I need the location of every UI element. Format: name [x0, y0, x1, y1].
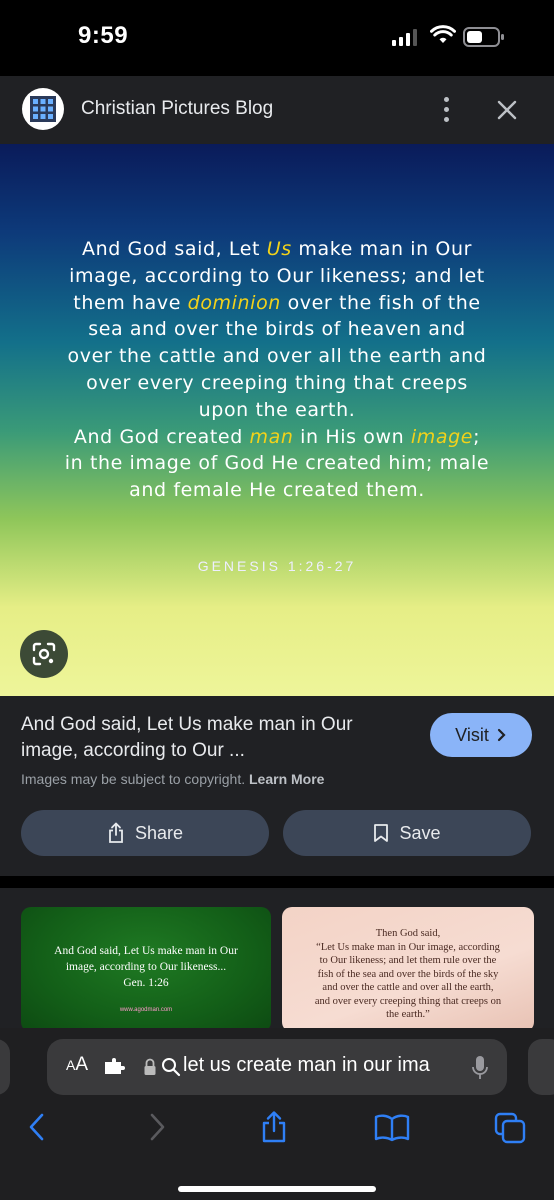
share-label: Share — [134, 822, 184, 843]
aa-small: A — [66, 1057, 76, 1073]
thumbnail-text-line: fish of the sea and over the birds of th… — [317, 968, 499, 980]
verse-highlight: dominion — [187, 291, 281, 314]
verse-line: them have dominion over the fish of the — [40, 290, 514, 317]
save-button[interactable]: Save — [283, 810, 531, 856]
chevron-right-icon — [497, 728, 506, 742]
lens-search-button[interactable] — [20, 630, 68, 678]
visit-button[interactable]: Visit — [430, 713, 532, 757]
result-details: And God said, Let Us make man in Our ima… — [0, 696, 554, 876]
verse-fragment: And God created — [73, 425, 250, 448]
learn-more-link[interactable]: Learn More — [249, 771, 324, 787]
caption-line-1: And God said, Let Us make man in Our — [21, 714, 353, 735]
verse-highlight: Us — [266, 238, 292, 260]
status-time: 9:59 — [78, 22, 129, 49]
result-image[interactable]: And God said, Let Us make man in Our imag… — [0, 144, 554, 696]
thumbnail-text-line: the earth.” — [386, 1009, 430, 1020]
bookmark-icon — [374, 824, 389, 842]
browser-toolbar: AA let us create man in our ima — [0, 1028, 554, 1200]
verse-line: upon the earth. — [40, 397, 514, 424]
verse-line: And God said, Let Us make man in Our — [40, 236, 514, 263]
verse-fragment: in His own — [293, 425, 411, 448]
reader-options-button[interactable]: AA — [66, 1054, 88, 1076]
status-bar: 9:59 — [0, 0, 554, 76]
verse-fragment: in the image of God He created him; male — [64, 452, 490, 475]
copyright-notice: Images may be subject to copyright. Lear… — [21, 771, 324, 787]
copyright-text: Images may be subject to copyright. — [21, 771, 246, 787]
search-icon — [162, 1058, 181, 1077]
verse-fragment: them have — [73, 291, 188, 314]
lock-icon — [144, 1058, 156, 1075]
verse-fragment: make man in Our — [291, 238, 473, 260]
close-icon[interactable] — [493, 96, 521, 124]
verse-fragment: sea and over the birds of heaven and — [88, 318, 466, 341]
microphone-icon[interactable] — [471, 1055, 489, 1081]
verse-line: over every creeping thing that creeps — [40, 370, 514, 397]
site-title[interactable]: Christian Pictures Blog — [81, 98, 273, 120]
result-caption[interactable]: And God said, Let Us make man in Our ima… — [21, 712, 411, 764]
thumbnail-text-line: “Let Us make man in Our image, according — [316, 941, 500, 953]
share-icon[interactable] — [259, 1110, 289, 1144]
wifi-icon — [430, 25, 456, 43]
back-icon[interactable] — [26, 1112, 48, 1142]
verse-fragment: over the fish of the — [280, 291, 481, 314]
address-bar[interactable]: AA let us create man in our ima — [47, 1039, 507, 1095]
visit-label: Visit — [455, 724, 489, 745]
verse-highlight: man — [249, 425, 294, 448]
thumbnail-text-line: Gen. 1:26 — [123, 977, 169, 989]
thumbnail-text-line: And God said, Let Us make man in Our — [54, 945, 238, 957]
verse-fragment: over the cattle and over all the earth a… — [67, 345, 487, 368]
thumbnail-text-line: to Our likeness; and let them rule over … — [319, 955, 497, 966]
caption-line-2: image, according to Our ... — [21, 740, 245, 761]
tabs-icon[interactable] — [494, 1112, 526, 1144]
verse-line: And God created man in His own image; — [40, 424, 514, 451]
lens-camera-icon — [32, 642, 56, 666]
verse-fragment: over every creeping thing that creeps — [86, 371, 468, 394]
verse-line: in the image of God He created him; male — [40, 450, 514, 477]
bookmarks-icon[interactable] — [374, 1114, 410, 1142]
save-label: Save — [399, 822, 441, 843]
section-divider — [0, 876, 554, 888]
extension-icon[interactable] — [103, 1058, 125, 1076]
verse-line: over the cattle and over all the earth a… — [40, 343, 514, 370]
related-image-thumbnail[interactable]: And God said, Let Us make man in Our imag… — [21, 907, 271, 1032]
related-image-thumbnail[interactable]: Then God said, “Let Us make man in Our im… — [282, 907, 534, 1032]
cellular-signal-icon — [392, 28, 417, 46]
previous-tab-pill[interactable] — [0, 1039, 10, 1095]
thumbnail-text-line: Then God said, — [375, 928, 441, 939]
verse-fragment: ; — [473, 425, 481, 448]
lens-result-header: Christian Pictures Blog — [0, 76, 554, 144]
thumbnail-text-line: and over every creeping thing that creep… — [314, 995, 502, 1007]
site-favicon[interactable] — [22, 88, 64, 130]
verse-text: And God said, Let Us make man in Our imag… — [40, 236, 514, 504]
aa-large: A — [75, 1054, 89, 1075]
grid-logo-icon — [30, 96, 56, 122]
verse-line: image, according to Our likeness; and le… — [40, 263, 514, 290]
url-text[interactable]: let us create man in our ima — [183, 1054, 453, 1077]
thumbnail-text-line: image, according to Our likeness... — [65, 961, 227, 973]
forward-icon[interactable] — [146, 1112, 168, 1142]
related-images: And God said, Let Us make man in Our imag… — [0, 888, 554, 1032]
verse-fragment: upon the earth. — [198, 398, 356, 421]
thumbnail-url: www.agodman.com — [119, 1007, 173, 1013]
more-vert-icon[interactable] — [435, 94, 457, 124]
verse-line: and female He created them. — [40, 477, 514, 504]
verse-fragment: and female He created them. — [129, 479, 425, 502]
thumbnail-text: And God said, Let Us make man in Our imag… — [31, 943, 261, 991]
share-icon — [109, 822, 123, 843]
verse-fragment: image, according to Our likeness; and le… — [69, 264, 485, 287]
verse-reference: GENESIS 1:26-27 — [197, 558, 357, 574]
thumbnail-text-line: and over the cattle and over all the ear… — [322, 982, 494, 993]
next-tab-pill[interactable] — [528, 1039, 554, 1095]
battery-icon — [463, 27, 504, 47]
verse-highlight: image — [410, 425, 474, 448]
share-button[interactable]: Share — [21, 810, 269, 856]
verse-line: sea and over the birds of heaven and — [40, 316, 514, 343]
verse-fragment: And God said, Let — [81, 238, 267, 260]
home-indicator — [178, 1186, 376, 1192]
thumbnail-text: Then God said, “Let Us make man in Our im… — [290, 927, 526, 1022]
